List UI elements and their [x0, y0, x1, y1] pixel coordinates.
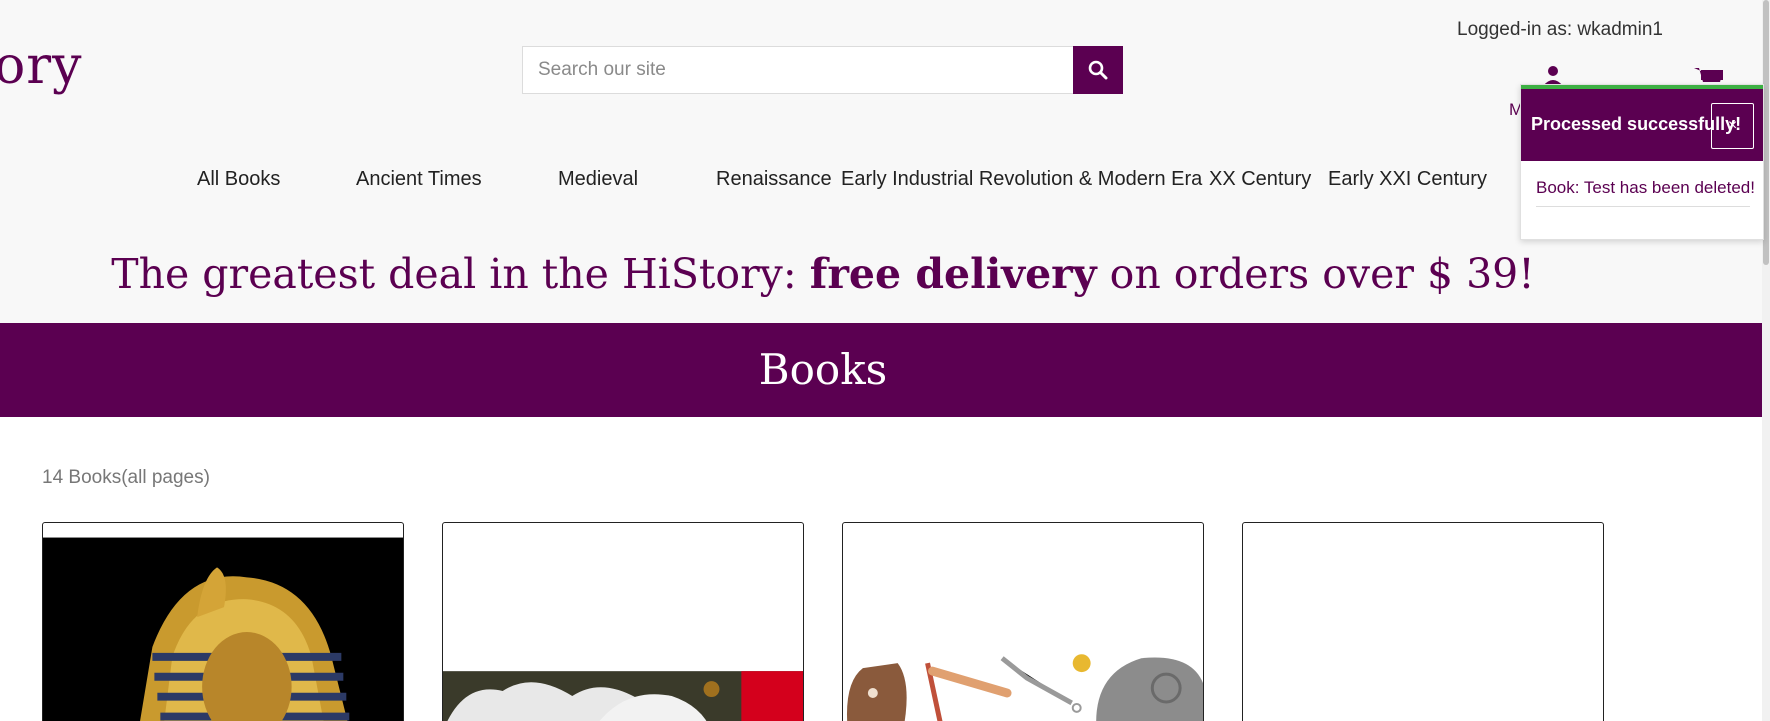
- site-logo[interactable]: ory: [0, 36, 83, 96]
- nav-item-xxi-century[interactable]: Early XXI Century: [1328, 168, 1487, 191]
- search-button[interactable]: [1073, 46, 1123, 94]
- book-card[interactable]: [442, 522, 804, 721]
- site-header: ory Logged-in as: wkadmin1 M All Books A…: [0, 0, 1770, 323]
- nav-item-all-books[interactable]: All Books: [197, 168, 280, 191]
- book-cover-image: [43, 537, 403, 721]
- promo-text-end: on orders over $ 39!: [1096, 250, 1535, 298]
- toast-message: Book: Test has been deleted!: [1536, 178, 1755, 197]
- promo-banner: The greatest deal in the HiStory: free d…: [0, 250, 1646, 298]
- page-title: Books: [758, 345, 888, 394]
- promo-highlight: free delivery: [809, 250, 1097, 298]
- toast-notification: Processed successfully! × Book: Test has…: [1520, 84, 1764, 240]
- close-icon: ×: [1727, 117, 1738, 134]
- promo-text-start: The greatest deal in the HiStory:: [111, 250, 810, 298]
- book-cover-image: [443, 671, 803, 721]
- account-icon[interactable]: [1542, 66, 1564, 86]
- toast-header: Processed successfully! ×: [1521, 89, 1763, 161]
- category-nav: All Books Ancient Times Medieval Renaiss…: [0, 168, 1770, 196]
- toast-close-button[interactable]: ×: [1711, 103, 1754, 149]
- toast-divider: [1536, 206, 1750, 207]
- book-card[interactable]: [42, 522, 404, 721]
- search-bar: [522, 46, 1123, 94]
- logged-in-status: Logged-in as: wkadmin1: [1457, 19, 1663, 40]
- book-card[interactable]: [842, 522, 1204, 721]
- nav-item-industrial-modern[interactable]: Early Industrial Revolution & Modern Era: [841, 168, 1202, 191]
- cart-icon[interactable]: [1694, 66, 1724, 86]
- page-banner: Books: [0, 323, 1770, 417]
- book-cover-image: [846, 654, 1203, 721]
- toast-title: Processed successfully!: [1531, 114, 1742, 134]
- nav-item-ancient-times[interactable]: Ancient Times: [356, 168, 482, 191]
- nav-item-renaissance[interactable]: Renaissance: [716, 168, 832, 191]
- results-count: 14 Books(all pages): [42, 467, 210, 488]
- nav-item-medieval[interactable]: Medieval: [558, 168, 638, 191]
- nav-item-xx-century[interactable]: XX Century: [1209, 168, 1311, 191]
- search-input[interactable]: [522, 46, 1073, 94]
- search-icon: [1088, 60, 1108, 80]
- book-card[interactable]: [1242, 522, 1604, 721]
